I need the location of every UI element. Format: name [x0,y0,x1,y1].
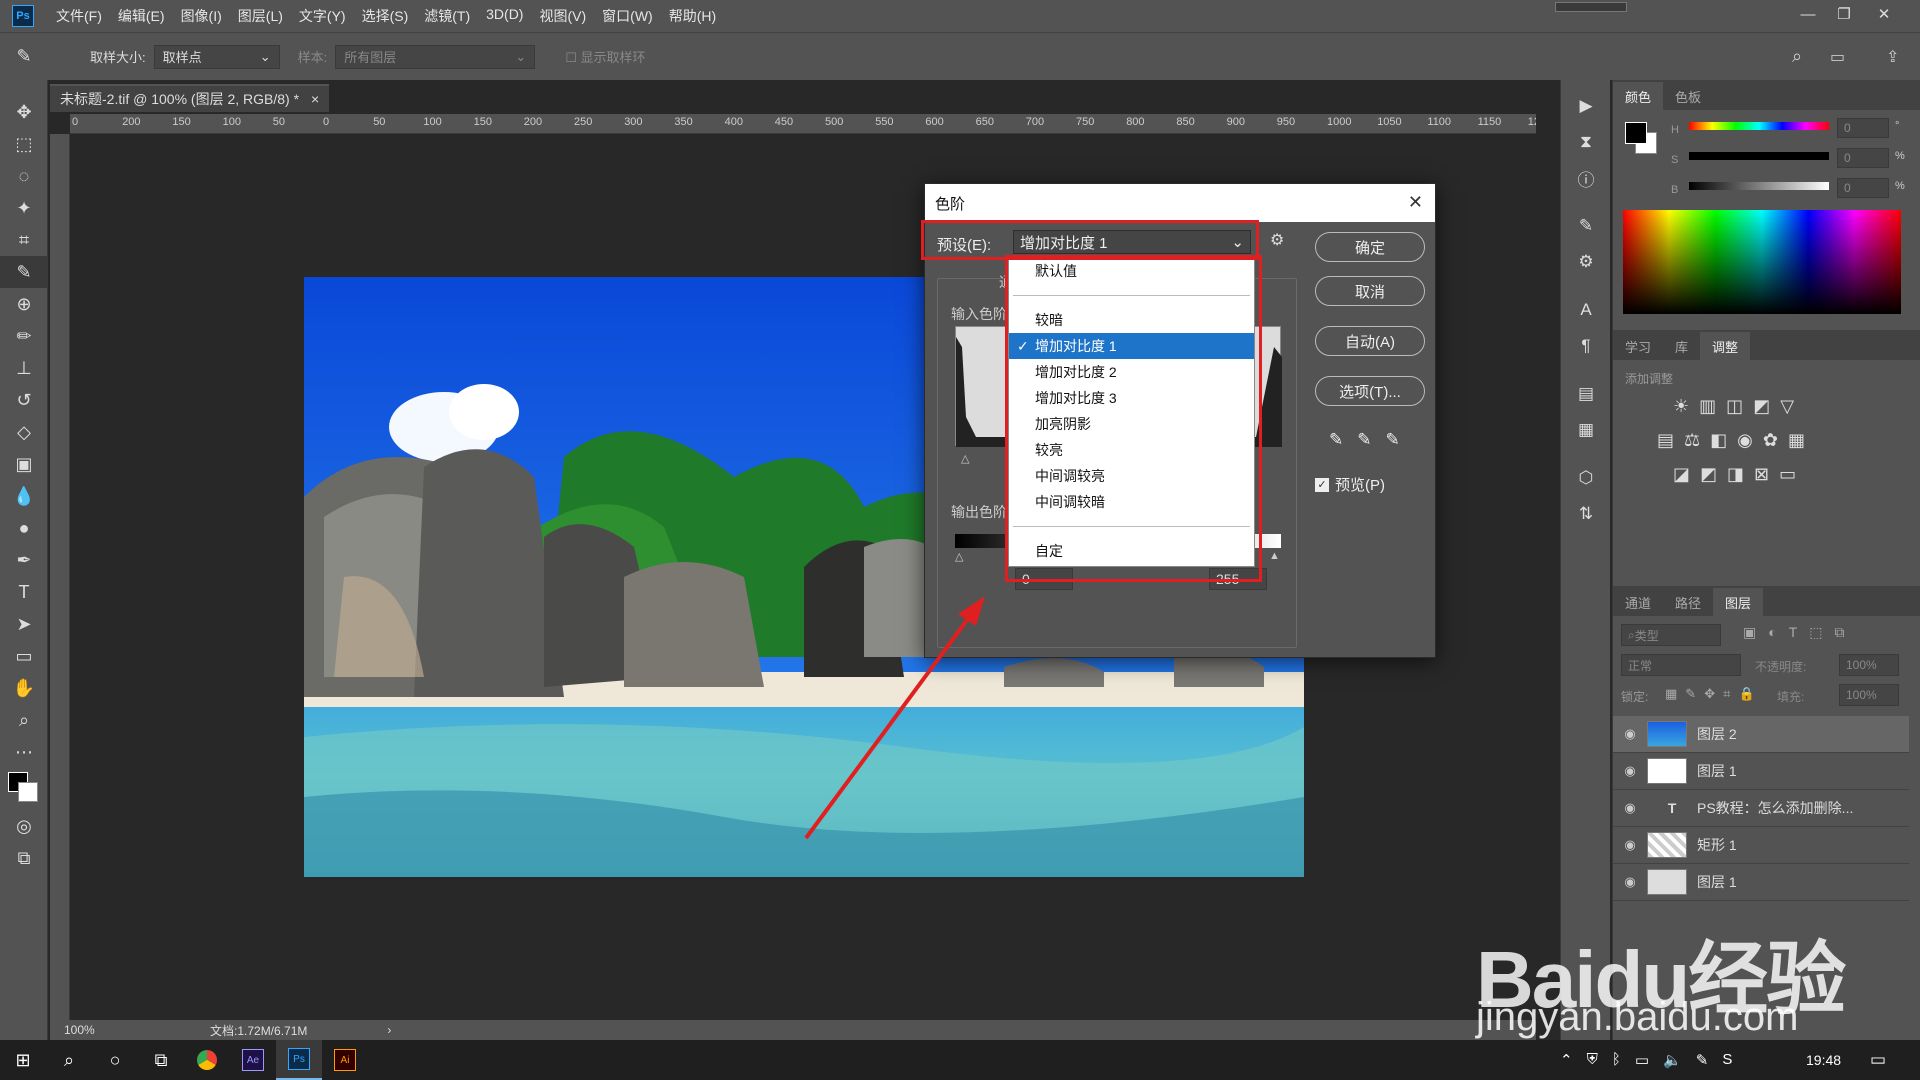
network-icon[interactable]: ▭ [1635,1051,1649,1069]
search-taskbar-icon[interactable]: ⌕ [46,1040,92,1080]
chrome-icon[interactable] [184,1040,230,1080]
tray-up-icon[interactable]: ⌃ [1560,1051,1573,1069]
cortana-icon[interactable]: ○ [92,1040,138,1080]
shield-icon[interactable]: ⛨ [1587,1051,1598,1069]
pen-icon[interactable]: ✎ [1696,1051,1709,1069]
windows-start-icon[interactable]: ⊞ [0,1040,46,1080]
photoshop-taskbar-icon[interactable]: Ps [276,1040,322,1080]
watermark-url: jingyan.baidu.com [1476,995,1799,1039]
illustrator-icon[interactable]: Ai [322,1040,368,1080]
volume-icon[interactable]: 🔈 [1663,1051,1682,1069]
after-effects-icon[interactable]: Ae [230,1040,276,1080]
bluetooth-icon[interactable]: ᛒ [1612,1051,1621,1069]
task-view-icon[interactable]: ⧉ [138,1040,184,1080]
taskbar: ⊞ ⌕ ○ ⧉ Ae Ps Ai ⌃ ⛨ ᛒ ▭ 🔈 ✎ S 19:48 ▭ [0,1040,1920,1080]
clock[interactable]: 19:48 [1806,1052,1841,1068]
fg-color-swatch[interactable] [1625,122,1647,144]
app-tray-icon[interactable]: S [1722,1051,1732,1069]
notification-icon[interactable]: ▭ [1870,1050,1886,1070]
system-tray: ⌃ ⛨ ᛒ ▭ 🔈 ✎ S [1560,1051,1732,1069]
